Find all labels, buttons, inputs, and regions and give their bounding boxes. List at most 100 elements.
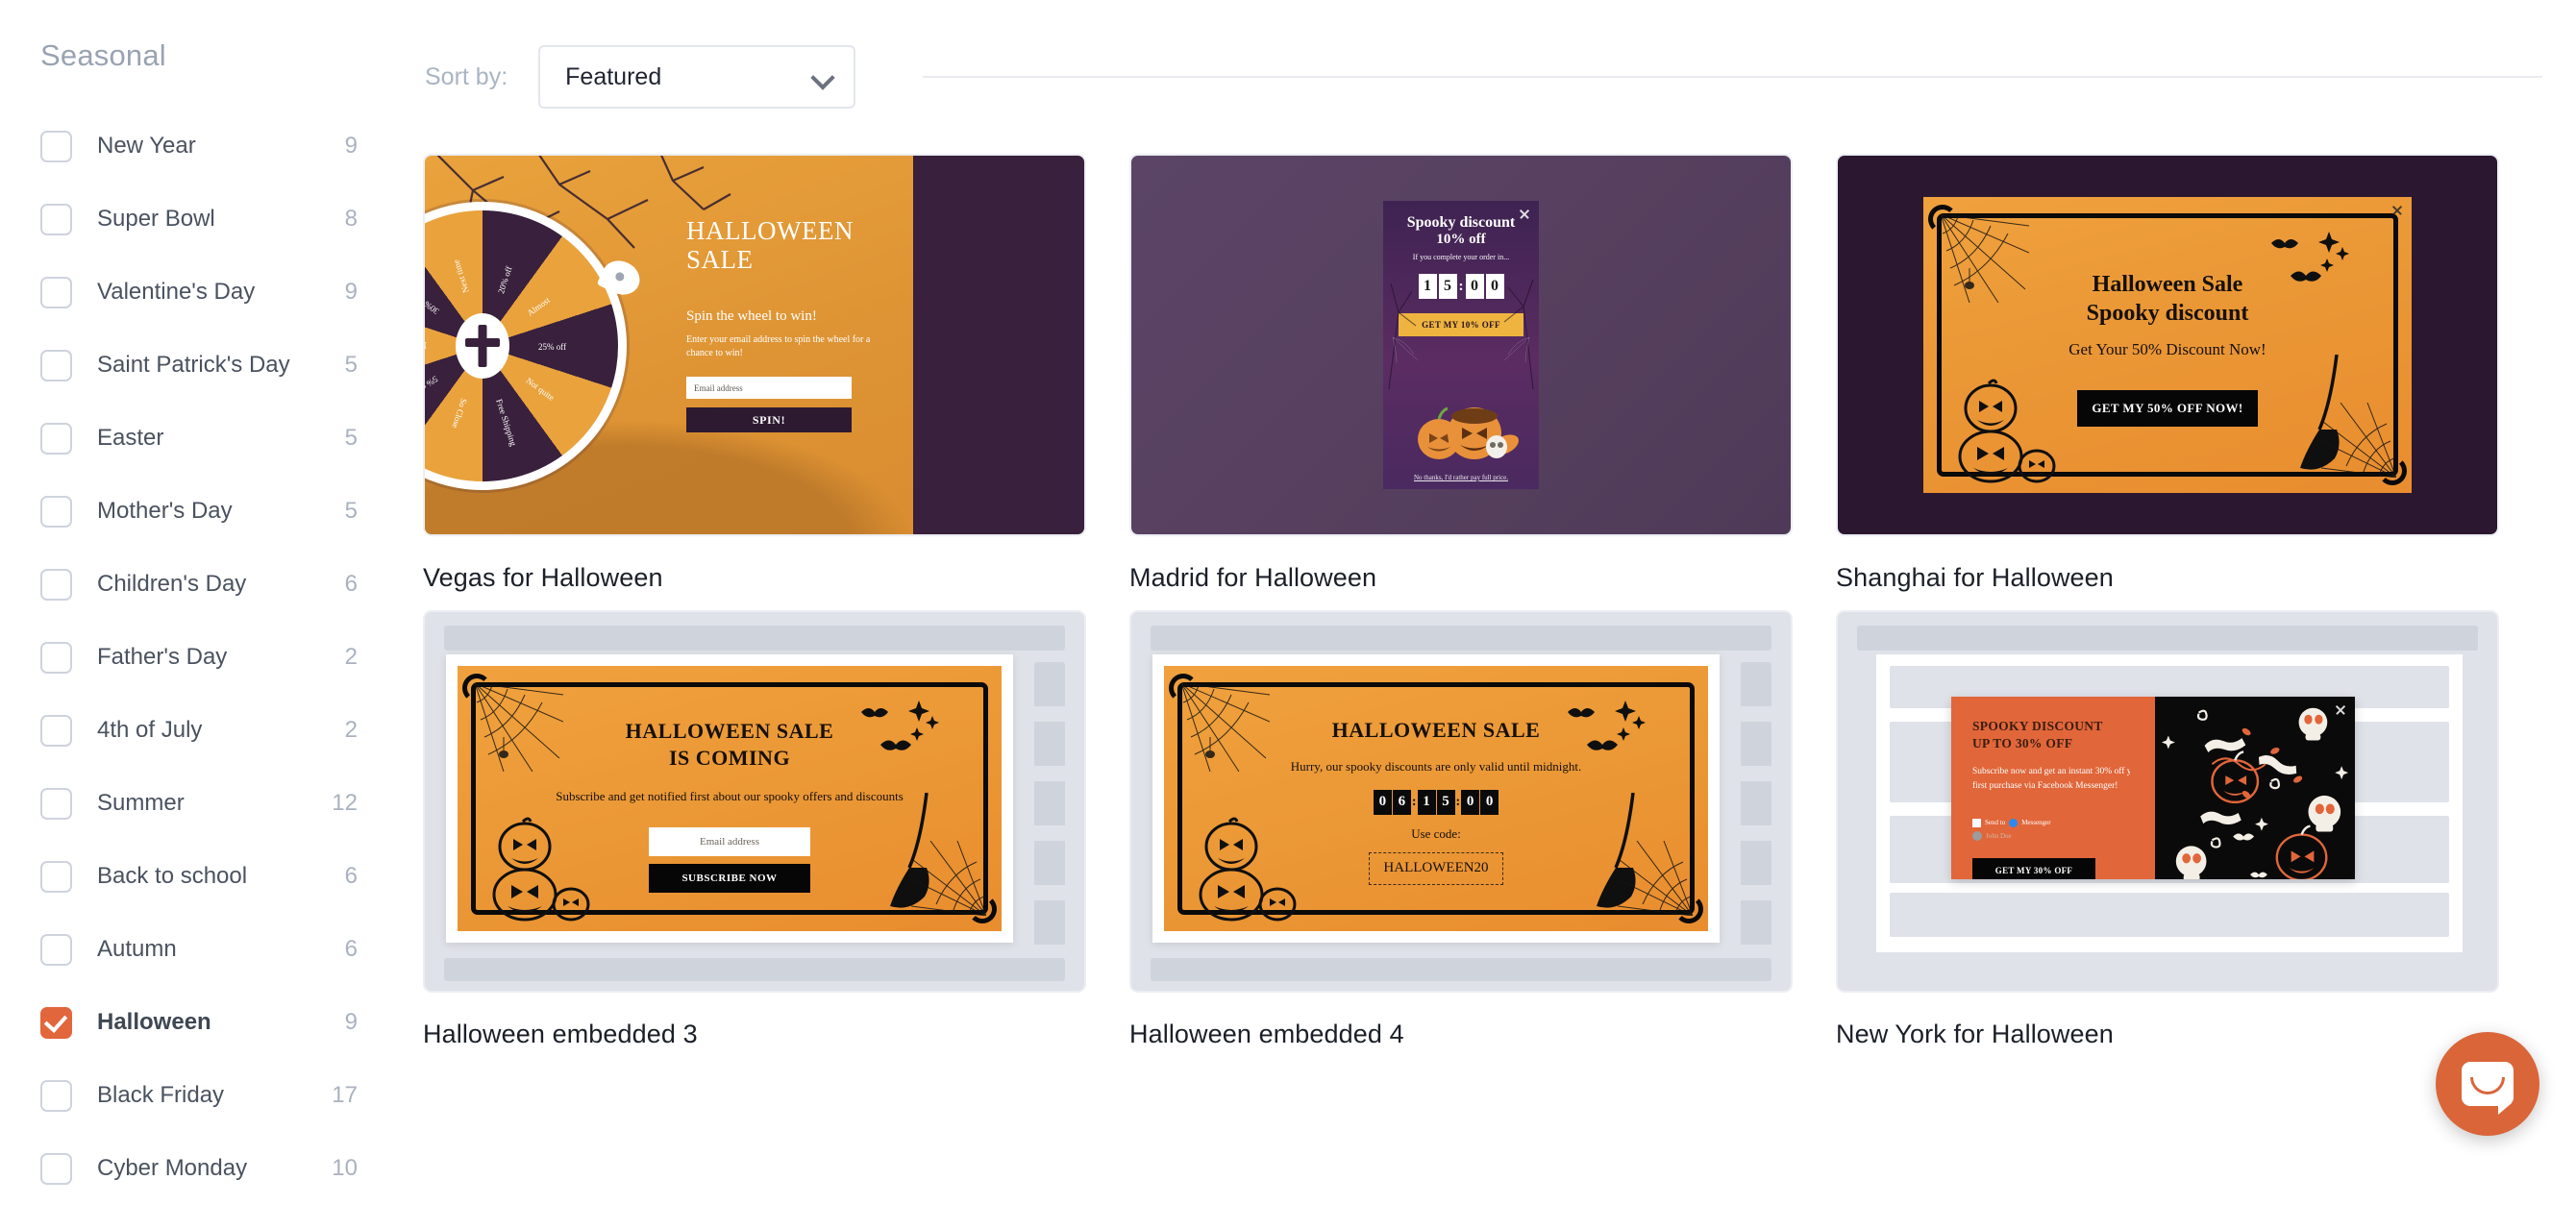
popup-left-panel: SPOOKY DISCOUNT UP TO 30% OFF Subscribe …	[1951, 697, 2180, 879]
template-grid: 20% off Almost 25% off Not quite Free Shippi…	[404, 154, 2542, 1067]
sort-select-value: Featured	[565, 62, 662, 90]
thumb-heading-2: Spooky discount	[2086, 301, 2249, 326]
thumb-body: Subscribe now and get an instant 30% off…	[1972, 767, 2144, 791]
facet-checkbox[interactable]	[40, 1079, 72, 1112]
thumb-spin-button: SPIN!	[686, 407, 852, 433]
facet-checkbox[interactable]	[40, 276, 72, 308]
chat-launcher-button[interactable]	[2436, 1032, 2539, 1136]
timer-separator: :	[1455, 794, 1461, 809]
facet-row[interactable]: Halloween 9	[40, 986, 404, 1059]
page-mock-topbar	[444, 626, 1065, 651]
facet-count: 6	[344, 571, 358, 597]
facet-checkbox[interactable]	[40, 860, 72, 893]
facet-row[interactable]: Mother's Day 5	[40, 475, 404, 548]
messenger-name-label: Messenger	[2021, 819, 2051, 827]
template-thumbnail-embedded-3[interactable]: HALLOWEEN SALE IS COMING Subscribe and g…	[423, 610, 1086, 993]
template-card[interactable]: Spooky discount 10% off If you complete …	[1129, 154, 1793, 593]
facet-label: Halloween	[97, 1009, 211, 1035]
facet-checkbox[interactable]	[40, 568, 72, 601]
template-card[interactable]: HALLOWEEN SALE IS COMING Subscribe and g…	[423, 610, 1086, 1049]
facet-label: Easter	[97, 425, 164, 451]
template-gallery-page: Seasonal New Year 9 Super Bowl 8 Valentine's…	[0, 0, 2576, 1205]
facet-row[interactable]: Saint Patrick's Day 5	[40, 329, 404, 402]
facet-checkbox[interactable]	[40, 495, 72, 528]
facet-row[interactable]: Valentine's Day 9	[40, 256, 404, 329]
facet-checkbox[interactable]	[40, 641, 72, 674]
template-card[interactable]: 20% off Almost 25% off Not quite Free Shippi…	[423, 154, 1086, 593]
thumb-email-field: Email address	[649, 826, 810, 856]
thumb-copy: Halloween Sale Spooky discount Get Your …	[1923, 270, 2412, 427]
facet-checkbox[interactable]	[40, 1006, 72, 1039]
thumb-subscribe-button: SUBSCRIBE NOW	[649, 863, 810, 893]
halloween-pattern	[2161, 707, 2349, 879]
facet-checkbox[interactable]	[40, 422, 72, 455]
template-thumbnail-embedded-4[interactable]: HALLOWEEN SALE Hurry, our spooky discoun…	[1129, 610, 1793, 993]
spin-wheel[interactable]: 20% off Almost 25% off Not quite Free Shippi…	[425, 202, 646, 490]
facet-checkbox[interactable]	[40, 714, 72, 747]
facet-label: 4th of July	[97, 717, 203, 743]
facet-checkbox[interactable]	[40, 933, 72, 966]
timer-separator: :	[1411, 794, 1417, 809]
facet-row[interactable]: Back to school 6	[40, 840, 404, 913]
facet-checkbox[interactable]	[40, 130, 72, 162]
toolbar-divider	[923, 76, 2542, 78]
thumb-subheading: If you complete your order in...	[1412, 253, 1510, 262]
embedded-banner: HALLOWEEN SALE IS COMING Subscribe and g…	[458, 666, 1002, 931]
facet-count: 9	[344, 133, 358, 159]
thumb-heading: SPOOKY DISCOUNT	[1972, 719, 2103, 733]
timer-digit: 0	[1480, 789, 1499, 815]
facet-count: 6	[344, 936, 358, 962]
facet-row[interactable]: Children's Day 6	[40, 548, 404, 621]
facet-count: 9	[344, 1009, 358, 1035]
facet-count: 8	[344, 206, 358, 232]
thumb-subheading: Spin the wheel to win!	[686, 308, 817, 325]
template-card-title: Vegas for Halloween	[423, 563, 663, 592]
facet-label: Super Bowl	[97, 206, 215, 232]
template-card[interactable]: HALLOWEEN SALE Hurry, our spooky discoun…	[1129, 610, 1793, 1049]
template-thumbnail-vegas[interactable]: 20% off Almost 25% off Not quite Free Shippi…	[423, 154, 1086, 536]
wheel-segment-label: 25% off	[538, 342, 567, 352]
facet-label: Mother's Day	[97, 498, 233, 524]
facet-count: 10	[332, 1155, 358, 1181]
template-card[interactable]: Halloween Sale Spooky discount Get Your …	[1836, 154, 2499, 593]
facet-row[interactable]: 4th of July 2	[40, 694, 404, 767]
sort-select[interactable]: Featured	[538, 45, 856, 109]
thumb-heading-2: UP TO 30% OFF	[1972, 735, 2073, 750]
facet-row[interactable]: Autumn 6	[40, 913, 404, 986]
facet-checkbox[interactable]	[40, 349, 72, 381]
thumb-cta-button: GET MY 50% OFF NOW!	[2077, 390, 2258, 427]
thumb-cta-button: GET MY 30% OFF	[1972, 857, 2095, 879]
facet-row[interactable]: Black Friday 17	[40, 1059, 404, 1132]
facet-count: 5	[344, 425, 358, 451]
thumb-heading: Spooky discount	[1406, 214, 1516, 231]
facet-checkbox[interactable]	[40, 1152, 72, 1185]
thumb-popup: SPOOKY DISCOUNT UP TO 30% OFF Subscribe …	[1951, 697, 2355, 879]
sidebar-title: Seasonal	[40, 38, 166, 72]
page-mock-sidebar	[1741, 662, 1771, 952]
facet-row[interactable]: New Year 9	[40, 110, 404, 183]
template-card[interactable]: SPOOKY DISCOUNT UP TO 30% OFF Subscribe …	[1836, 610, 2499, 1049]
facet-row[interactable]: Super Bowl 8	[40, 183, 404, 256]
facet-count: 9	[344, 279, 358, 305]
facet-row[interactable]: Cyber Monday 10	[40, 1132, 404, 1205]
facet-row[interactable]: Summer 12	[40, 767, 404, 840]
thumb-body: Subscribe and get notified first about o…	[556, 789, 904, 803]
facet-checkbox[interactable]	[40, 787, 72, 820]
thumb-copy: HALLOWEEN SALE Spin the wheel to win! En…	[686, 216, 888, 433]
messenger-send-to-label: Send to	[1985, 819, 2006, 827]
popup-right-art	[2155, 697, 2355, 879]
messenger-user-name: John Doe	[1986, 831, 2012, 840]
template-thumbnail-shanghai[interactable]: Halloween Sale Spooky discount Get Your …	[1836, 154, 2499, 536]
facet-row[interactable]: Father's Day 2	[40, 621, 404, 694]
facet-checkbox[interactable]	[40, 203, 72, 235]
facet-label: Autumn	[97, 936, 177, 962]
page-mock-sheet: HALLOWEEN SALE Hurry, our spooky discoun…	[1152, 654, 1720, 943]
template-thumbnail-new-york[interactable]: SPOOKY DISCOUNT UP TO 30% OFF Subscribe …	[1836, 610, 2499, 993]
template-thumbnail-madrid[interactable]: Spooky discount 10% off If you complete …	[1129, 154, 1793, 536]
facet-label: Black Friday	[97, 1082, 225, 1108]
page-mock-topbar	[1857, 626, 2478, 651]
facet-row[interactable]: Easter 5	[40, 402, 404, 475]
page-mock-sidebar	[1034, 662, 1065, 952]
facet-label: Cyber Monday	[97, 1155, 248, 1181]
facet-label: Back to school	[97, 863, 248, 889]
